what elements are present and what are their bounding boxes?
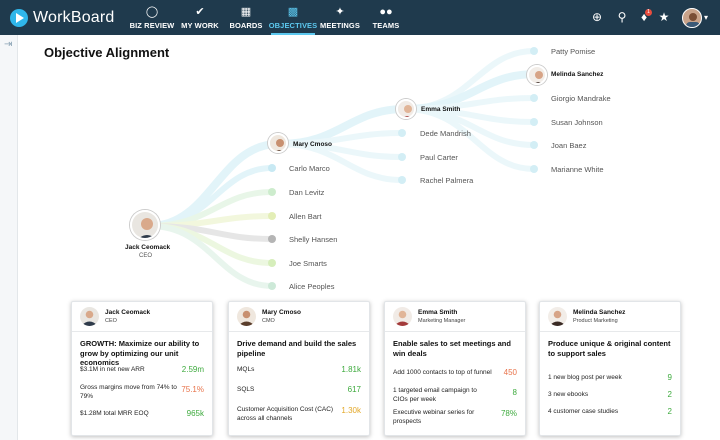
key-result-value: 8 <box>512 388 517 397</box>
nav-teams[interactable]: ●● TEAMS <box>356 0 416 35</box>
tree-level3-name[interactable]: Melinda Sanchez <box>551 71 603 78</box>
tree-person[interactable]: Joe Smarts <box>289 259 327 268</box>
card-header: Jack Ceomack CEO <box>72 302 212 332</box>
tree-person[interactable]: Alice Peoples <box>289 282 334 291</box>
alignment-tree <box>146 47 540 290</box>
app-name: WorkBoard <box>33 9 115 26</box>
notification-badge: 1 <box>645 9 652 16</box>
key-result-text: Customer Acquisition Cost (CAC) across a… <box>237 406 334 422</box>
key-result-text: 1 targeted email campaign to CIOs per we… <box>393 387 477 403</box>
key-result-value: 75.1% <box>181 385 204 394</box>
tree-level2-name[interactable]: Emma Smith <box>421 106 460 113</box>
tree-node-dot <box>530 118 538 126</box>
objective-title[interactable]: Drive demand and build the sales pipelin… <box>237 339 365 358</box>
key-result-text: SQLS <box>237 386 255 393</box>
tree-person[interactable]: Paul Carter <box>420 153 458 162</box>
card-header: Melinda Sanchez Product Marketing <box>540 302 680 332</box>
card-owner-name: Melinda Sanchez <box>573 309 626 316</box>
card-owner-name: Mary Cmoso <box>262 309 302 316</box>
workboard-logo[interactable]: WorkBoard <box>10 7 115 29</box>
nav-label: TEAMS <box>372 21 400 30</box>
tree-node-dot <box>268 164 276 172</box>
tree-node-dot <box>268 235 276 243</box>
avatar[interactable] <box>396 99 416 119</box>
top-navigation-bar: WorkBoard ◯ BIZ REVIEW ✔ MY WORK ▦ BOARD… <box>0 0 720 35</box>
key-result-text: 4 customer case studies <box>548 408 619 415</box>
tree-node-dot <box>268 259 276 267</box>
avatar[interactable] <box>527 65 547 85</box>
card-header: Emma Smith Marketing Manager <box>385 302 525 332</box>
key-result-value: 2.59m <box>181 365 204 374</box>
tree-root-role: CEO <box>139 253 153 259</box>
card-header: Mary Cmoso CMO <box>229 302 369 332</box>
trophy-icon[interactable]: ★ <box>657 10 671 24</box>
workboard-logo-icon <box>10 9 28 27</box>
tree-node-dot <box>530 141 538 149</box>
key-result-text: 1 new blog post per week <box>548 374 622 381</box>
tree-node-dot <box>398 153 406 161</box>
tree-node-dot <box>268 282 276 290</box>
tree-person[interactable]: Joan Baez <box>551 141 586 150</box>
tree-node-dot <box>268 188 276 196</box>
objective-title[interactable]: Produce unique & original content to sup… <box>548 339 676 358</box>
add-icon[interactable]: ⊕ <box>590 10 604 24</box>
key-result-value: 1.81k <box>341 365 361 374</box>
key-result-value: 617 <box>347 385 361 394</box>
tree-node-dot <box>530 47 538 55</box>
tree-person[interactable]: Dan Levitz <box>289 188 324 197</box>
tree-node-dot <box>530 165 538 173</box>
card-owner-role: Marketing Manager <box>418 318 466 324</box>
key-result-text: Gross margins move from 74% to 79% <box>80 384 177 400</box>
tree-level1-name[interactable]: Mary Cmoso <box>293 141 332 148</box>
tree-person[interactable]: Carlo Marco <box>289 164 330 173</box>
tree-person[interactable]: Susan Johnson <box>551 118 603 127</box>
key-result-value: 2 <box>667 390 672 399</box>
tree-node-dot <box>398 176 406 184</box>
key-result-text: 3 new ebooks <box>548 391 589 398</box>
card-owner-role: CMO <box>262 318 275 324</box>
objective-title[interactable]: GROWTH: Maximize our ability to grow by … <box>80 339 208 368</box>
key-result-value: 1.30k <box>341 406 361 415</box>
tree-node-dot <box>268 212 276 220</box>
tree-node-dot <box>530 94 538 102</box>
avatar <box>80 307 99 326</box>
tree-person[interactable]: Patty Pomise <box>551 47 595 56</box>
tree-person[interactable]: Giorgio Mandrake <box>551 94 611 103</box>
objective-card[interactable]: Jack Ceomack CEO GROWTH: Maximize our ab… <box>71 301 213 436</box>
key-result-text: $1.28M total MRR EOQ <box>80 410 149 417</box>
tree-person[interactable]: Marianne White <box>551 165 604 174</box>
user-avatar[interactable] <box>682 8 702 28</box>
key-result-value: 2 <box>667 407 672 416</box>
tree-person[interactable]: Dede Mandrish <box>420 129 471 138</box>
key-result-value: 965k <box>186 409 204 418</box>
key-result-value: 78% <box>500 409 517 418</box>
avatar <box>237 307 256 326</box>
search-icon[interactable]: ⚲ <box>615 10 629 24</box>
objective-card[interactable]: Mary Cmoso CMO Drive demand and build th… <box>228 301 370 436</box>
key-result-text: Add 1000 contacts to top of funnel <box>393 369 492 376</box>
key-result-value: 9 <box>667 373 672 382</box>
key-result-value: 450 <box>503 368 517 377</box>
tree-person[interactable]: Shelly Hansen <box>289 235 337 244</box>
key-result-text: MQLs <box>237 366 255 373</box>
avatar <box>393 307 412 326</box>
key-result-text: $3.1M in net new ARR <box>80 366 145 373</box>
objective-title[interactable]: Enable sales to set meetings and win dea… <box>393 339 521 358</box>
card-owner-name: Jack Ceomack <box>105 309 151 316</box>
tree-node-dot <box>398 129 406 137</box>
key-result-text: Executive webinar series for prospects <box>393 409 475 425</box>
avatar[interactable] <box>130 210 160 240</box>
tree-person[interactable]: Rachel Palmera <box>420 176 473 185</box>
card-owner-name: Emma Smith <box>418 309 458 316</box>
avatar <box>548 307 567 326</box>
card-owner-role: CEO <box>105 318 117 324</box>
objective-card[interactable]: Emma Smith Marketing Manager Enable sale… <box>384 301 526 436</box>
chevron-down-icon[interactable]: ▾ <box>704 13 708 22</box>
tree-root-name[interactable]: Jack Ceomack <box>125 244 170 251</box>
objective-card[interactable]: Melinda Sanchez Product Marketing Produc… <box>539 301 681 436</box>
teams-icon: ●● <box>379 6 393 18</box>
avatar[interactable] <box>268 133 288 153</box>
tree-person[interactable]: Allen Bart <box>289 212 322 221</box>
card-owner-role: Product Marketing <box>573 318 618 324</box>
